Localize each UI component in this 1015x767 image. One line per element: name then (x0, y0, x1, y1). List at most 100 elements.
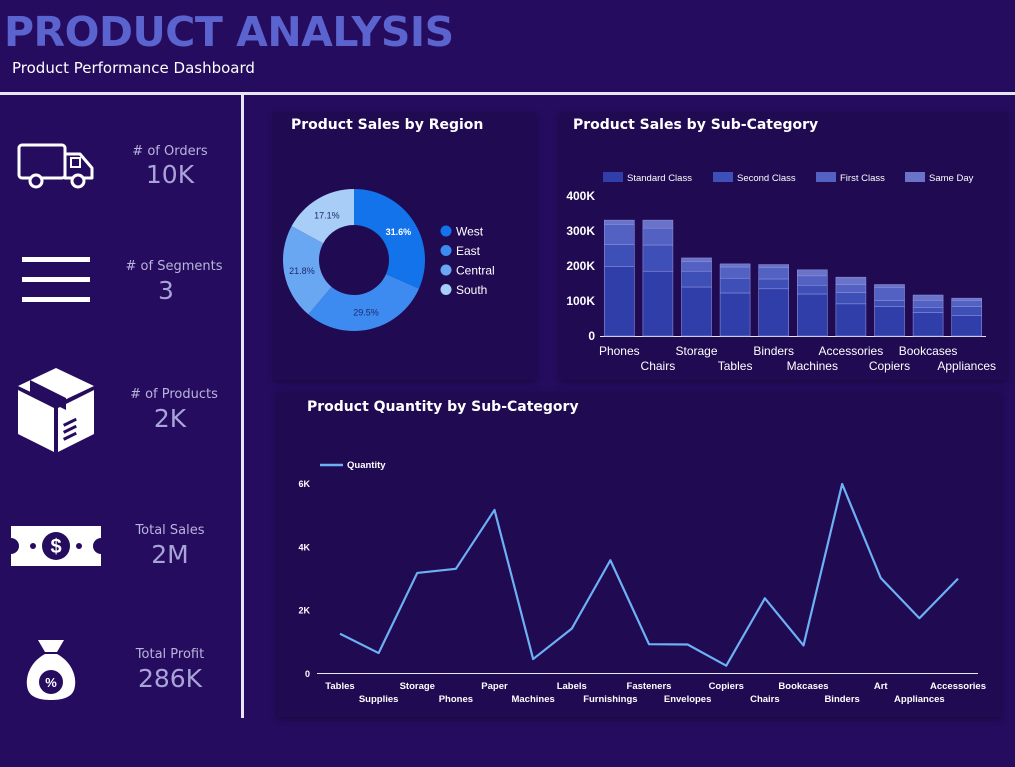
legend-label: First Class (840, 173, 885, 184)
segments-value: 3 (158, 276, 174, 305)
donut-data-label: 31.6% (386, 227, 412, 237)
legend-marker-east (440, 245, 452, 256)
bar-segment (603, 244, 635, 268)
x-tick-label: Bookcases (778, 681, 828, 692)
legend-label-east: East (456, 244, 481, 258)
bar-segment (874, 306, 905, 337)
donut-data-label: 21.8% (289, 266, 315, 276)
bar-segment (835, 292, 867, 305)
x-tick-label: Copiers (709, 681, 744, 692)
profit-label: Total Profit (135, 647, 205, 662)
x-tick-label: Accessories (930, 681, 986, 692)
page-title: PRODUCT ANALYSIS (4, 8, 454, 56)
x-tick-label: Tables (718, 359, 753, 373)
y-tick-label: 6K (298, 479, 310, 489)
svg-text:%: % (45, 675, 57, 690)
x-tick-label: Storage (675, 344, 717, 358)
bar-segment (758, 264, 789, 268)
package-box-icon (16, 366, 96, 459)
x-tick-label: Appliances (894, 694, 945, 705)
bar-segment (797, 275, 828, 286)
bar-segment (642, 219, 674, 229)
x-tick-label: Labels (557, 681, 587, 692)
bar-segment (719, 263, 751, 268)
bar-segment (681, 270, 712, 288)
legend-marker-central (440, 264, 452, 276)
bar-segment (603, 219, 635, 225)
y-tick-label: 100K (566, 294, 595, 308)
y-tick-label: 400K (566, 189, 595, 203)
x-tick-label: Machines (787, 359, 838, 373)
bar-segment (874, 287, 905, 301)
legend-marker (603, 172, 623, 182)
x-tick-label: Tables (325, 681, 354, 692)
bar-segment (874, 284, 905, 288)
y-tick-label: 2K (298, 606, 310, 616)
x-tick-label: Art (874, 681, 889, 692)
bar-segment (951, 315, 983, 337)
bar-segment (951, 300, 983, 307)
svg-text:$: $ (50, 536, 61, 558)
bar-segment (758, 278, 789, 290)
x-tick-label: Chairs (750, 694, 780, 705)
bar-segment (603, 266, 635, 337)
products-label: # of Products (130, 387, 218, 402)
donut-slice-west (354, 189, 425, 289)
bar-segment (951, 297, 983, 301)
x-tick-label: Binders (753, 344, 794, 358)
sales-label: Total Sales (135, 523, 205, 538)
bar-segment (912, 294, 944, 301)
bar-segment (681, 261, 712, 272)
truck-icon (16, 142, 96, 195)
x-tick-label: Accessories (819, 344, 884, 358)
legend-marker-south (440, 284, 452, 295)
bar-segment (835, 303, 867, 337)
sidebar-divider (241, 95, 244, 718)
legend-marker (816, 172, 836, 182)
x-tick-label: Copiers (869, 359, 910, 373)
legend-label-west: West (456, 225, 484, 239)
legend-marker (713, 172, 733, 182)
donut-data-label: 29.5% (353, 308, 379, 318)
x-tick-label: Fasteners (627, 681, 672, 692)
bar-segment (912, 312, 944, 337)
bar-segment (719, 266, 751, 279)
segments-label: # of Segments (125, 259, 223, 274)
bar-chart-title: Product Sales by Sub-Category (573, 117, 819, 133)
products-value: 2K (153, 404, 187, 433)
region-donut-chart: 31.6% 29.5% 21.8% 17.1% West East Central South (283, 189, 495, 331)
bar-segment (951, 306, 983, 317)
legend-marker (905, 172, 925, 182)
line-chart-title: Product Quantity by Sub-Category (307, 399, 579, 415)
page-subtitle: Product Performance Dashboard (12, 59, 255, 77)
bar-segment (758, 288, 789, 337)
x-tick-label: Envelopes (664, 694, 712, 705)
y-tick-label: 0 (305, 669, 310, 679)
legend-label: Quantity (347, 460, 386, 471)
x-tick-label: Bookcases (899, 344, 958, 358)
x-tick-label: Storage (400, 681, 435, 692)
bar-segment (681, 286, 712, 337)
header-divider (0, 92, 1015, 95)
legend-label-south: South (456, 283, 487, 297)
orders-value: 10K (145, 160, 195, 189)
bar-segment (642, 227, 674, 246)
quantity-series-line (339, 482, 959, 667)
donut-data-label: 17.1% (314, 210, 340, 220)
bar-segment (719, 277, 751, 294)
region-chart-title: Product Sales by Region (291, 117, 484, 133)
y-tick-label: 300K (566, 224, 595, 238)
legend-label: Standard Class (627, 173, 692, 184)
y-tick-label: 0 (588, 329, 595, 343)
y-tick-label: 200K (566, 259, 595, 273)
x-tick-label: Appliances (937, 359, 996, 373)
bar-segment (758, 267, 789, 280)
legend-label: Same Day (929, 173, 974, 184)
bar-segment (874, 300, 905, 307)
x-tick-label: Furnishings (583, 694, 637, 705)
y-tick-label: 4K (298, 542, 310, 552)
bar-segment (835, 284, 867, 293)
subcategory-bar-chart: 0 100K 200K 300K 400K PhonesChairsStorageTabl… (566, 172, 996, 373)
profit-value: 286K (137, 664, 203, 693)
bar-segment (642, 244, 674, 272)
